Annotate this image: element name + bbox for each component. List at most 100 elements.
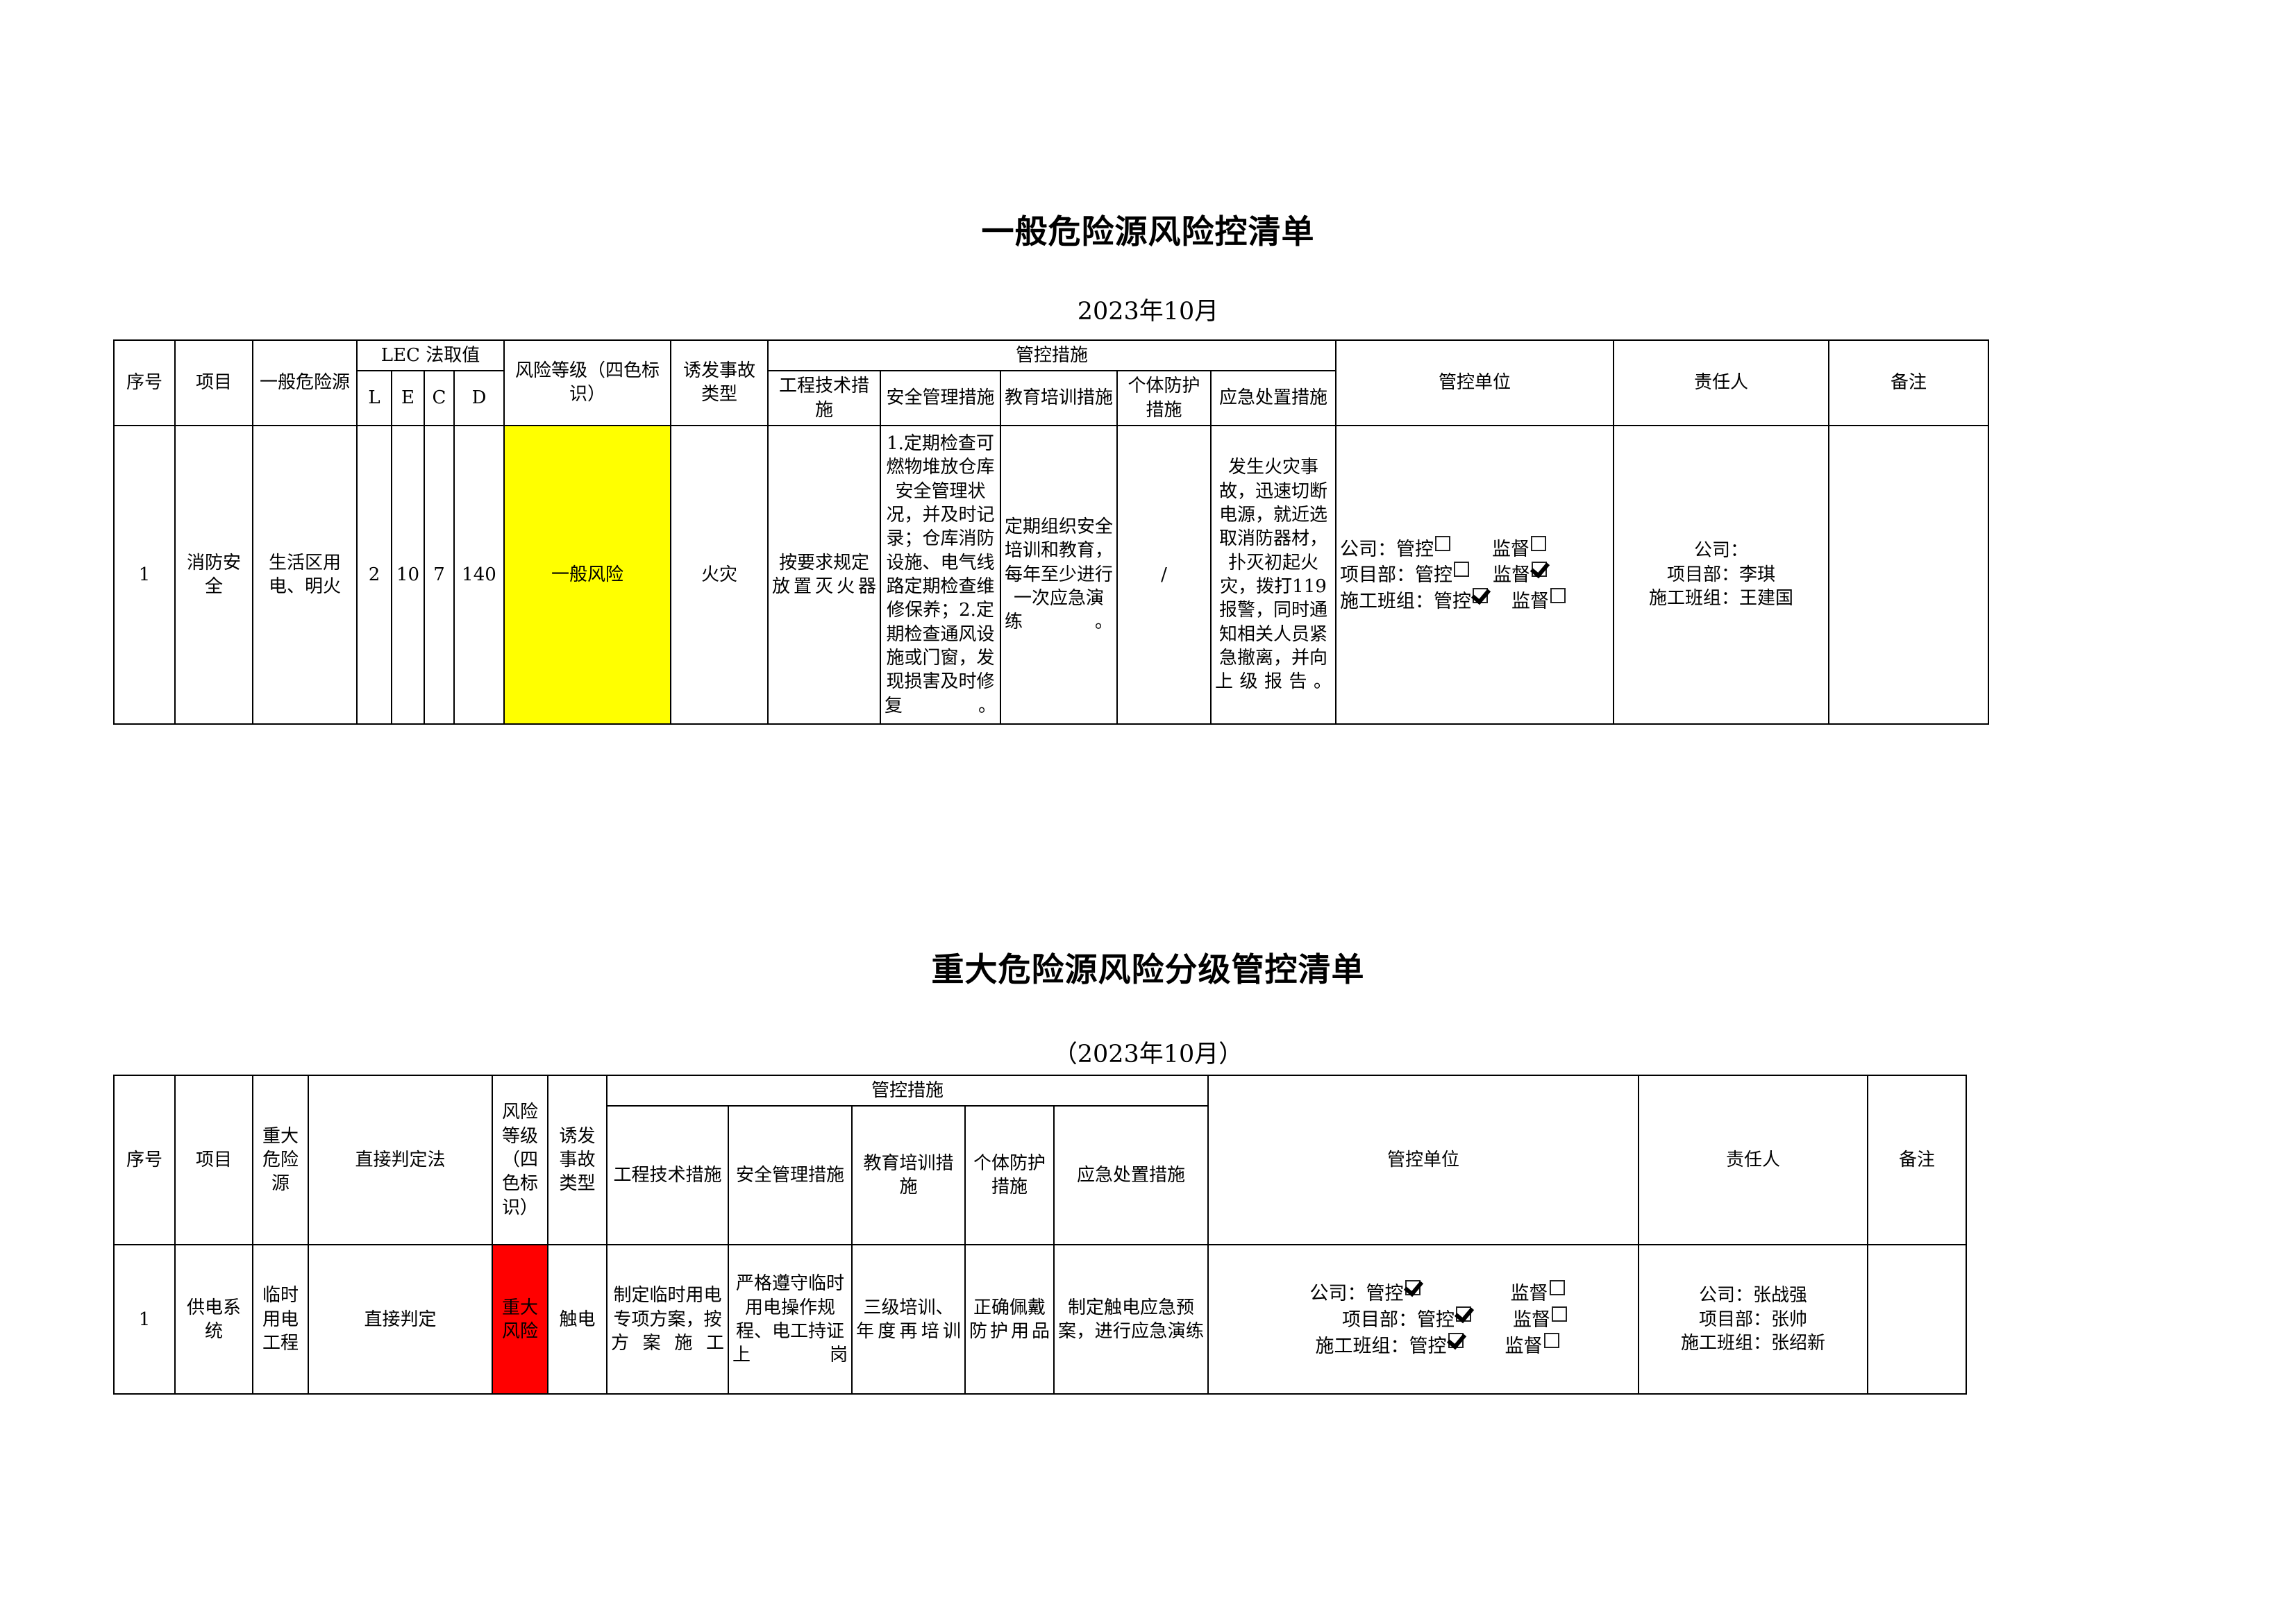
project-control-label: 管控 xyxy=(1415,564,1452,587)
table2-header-row-1: 序号 项目 重大危险源 直接判定法 风险等级（四色标识） 诱发事故类型 管控措施… xyxy=(113,1074,1967,1246)
status-badge-risk-level-major: 重大风险 xyxy=(492,1244,548,1395)
th-responsible-person: 责任人 xyxy=(1613,339,1829,426)
th-measure-education: 教育培训措施 xyxy=(1000,370,1118,426)
company2-supervise-label: 监督 xyxy=(1510,1283,1548,1305)
company2-control-checkbox[interactable] xyxy=(1405,1280,1421,1296)
cell-control-unit: 公司：管控 监督 项目部：管控 监督 施工班组：管控 监督 xyxy=(1335,424,1614,725)
table2-row: 1 供电系统 临时用电工程 直接判定 重大风险 触电 制定临时用电专项方案，按方… xyxy=(113,1244,1967,1395)
company2-supervise-checkbox[interactable] xyxy=(1549,1280,1565,1296)
th2-seq: 序号 xyxy=(113,1074,176,1246)
th2-control-measures: 管控措施 xyxy=(606,1074,1209,1107)
project-control-checkbox[interactable] xyxy=(1454,562,1469,578)
major-hazard-table-wrapper: 序号 项目 重大危险源 直接判定法 风险等级（四色标识） 诱发事故类型 管控措施… xyxy=(113,1074,1967,1395)
cell2-measure-ppe: 正确佩戴防护用品 xyxy=(964,1244,1055,1395)
company-label: 公司： xyxy=(1340,538,1396,560)
control-unit2-team-line: 施工班组：管控 监督 xyxy=(1212,1332,1634,1359)
cell2-remark xyxy=(1867,1244,1967,1395)
table-header-row-1: 序号 项目 一般危险源 LEC 法取值 风险等级（四色标识） 诱发事故类型 管控… xyxy=(113,339,1989,426)
team2-label: 施工班组： xyxy=(1315,1335,1409,1357)
cell-measure-ppe: / xyxy=(1116,424,1212,725)
person2-project: 项目部：张帅 xyxy=(1698,1309,1807,1330)
cell2-judgement-method: 直接判定 xyxy=(308,1244,493,1395)
page-title-major-hazard: 重大危险源风险分级管控清单 xyxy=(931,951,1365,989)
th2-project: 项目 xyxy=(174,1074,253,1246)
th-lec: LEC 法取值 xyxy=(356,339,505,372)
th2-remark: 备注 xyxy=(1867,1074,1967,1246)
project2-supervise-label: 监督 xyxy=(1513,1309,1550,1331)
project-supervise-checkbox[interactable] xyxy=(1532,562,1547,578)
company-supervise-checkbox[interactable] xyxy=(1531,535,1546,551)
th-measure-safety-mgmt: 安全管理措施 xyxy=(880,370,1001,426)
th2-control-unit: 管控单位 xyxy=(1207,1074,1639,1246)
th2-risk-level: 风险等级（四色标识） xyxy=(492,1074,548,1246)
th-measure-emergency: 应急处置措施 xyxy=(1210,370,1336,426)
person-company: 公司： xyxy=(1693,540,1748,562)
th2-hazard: 重大危险源 xyxy=(252,1074,309,1246)
project2-control-label: 管控 xyxy=(1417,1309,1455,1331)
company2-control-label: 管控 xyxy=(1366,1283,1404,1305)
th-measure-ppe: 个体防护措施 xyxy=(1116,370,1212,426)
page-subtitle-general-hazard: 2023年10月 xyxy=(1077,298,1219,326)
cell2-measure-emergency: 制定触电应急预案，进行应急演练 xyxy=(1053,1244,1209,1395)
person2-company: 公司：张战强 xyxy=(1698,1285,1807,1306)
th2-judgement-method: 直接判定法 xyxy=(308,1074,493,1246)
project-supervise-label: 监督 xyxy=(1493,564,1530,587)
th2-measure-engineering: 工程技术措施 xyxy=(606,1105,729,1246)
team2-control-label: 管控 xyxy=(1409,1335,1447,1357)
cell2-measure-safety-mgmt: 严格遵守临时用电操作规程、电工持证上岗 xyxy=(728,1244,853,1395)
company-control-checkbox[interactable] xyxy=(1435,535,1450,551)
cell-measure-education: 定期组织安全培训和教育，每年至少进行一次应急演练。 xyxy=(1000,424,1118,725)
person-project: 项目部：李琪 xyxy=(1666,564,1775,585)
project2-control-checkbox[interactable] xyxy=(1456,1306,1471,1322)
th-lec-c: C xyxy=(424,370,455,426)
cell2-project: 供电系统 xyxy=(174,1244,253,1395)
th-accident-type: 诱发事故类型 xyxy=(670,339,769,426)
th2-responsible-person: 责任人 xyxy=(1638,1074,1868,1246)
team2-control-checkbox[interactable] xyxy=(1448,1332,1464,1348)
team2-supervise-checkbox[interactable] xyxy=(1543,1332,1559,1348)
cell-lec-l: 2 xyxy=(356,424,392,725)
company-control-label: 管控 xyxy=(1396,538,1434,560)
person-team: 施工班组：王建国 xyxy=(1648,588,1793,609)
cell-accident-type: 火灾 xyxy=(670,424,769,725)
th-project: 项目 xyxy=(174,339,253,426)
page-subtitle-major-hazard: （2023年10月） xyxy=(1053,1041,1243,1068)
project2-supervise-checkbox[interactable] xyxy=(1552,1306,1567,1322)
cell2-hazard: 临时用电工程 xyxy=(252,1244,309,1395)
general-hazard-table: 序号 项目 一般危险源 LEC 法取值 风险等级（四色标识） 诱发事故类型 管控… xyxy=(113,339,1989,725)
page-title-general-hazard: 一般危险源风险控清单 xyxy=(981,213,1315,251)
company2-label: 公司： xyxy=(1309,1283,1366,1305)
cell-remark xyxy=(1828,424,1989,725)
person2-team: 施工班组：张绍新 xyxy=(1680,1332,1825,1354)
cell2-control-unit: 公司：管控 监督 项目部：管控 监督 施工班组：管控 监督 xyxy=(1207,1244,1639,1395)
control-unit2-project-line: 项目部：管控 监督 xyxy=(1212,1306,1634,1333)
th-risk-level: 风险等级（四色标识） xyxy=(503,339,671,426)
general-hazard-table-wrapper: 序号 项目 一般危险源 LEC 法取值 风险等级（四色标识） 诱发事故类型 管控… xyxy=(113,339,1989,725)
cell-responsible-person: 公司： 项目部：李琪 施工班组：王建国 xyxy=(1613,424,1829,725)
document-page: 一般危险源风险控清单 2023年10月 序号 项目 一般危险源 LEC 法取值 … xyxy=(0,0,2296,1623)
team-supervise-checkbox[interactable] xyxy=(1550,587,1566,603)
company-supervise-label: 监督 xyxy=(1492,538,1530,560)
cell-project: 消防安全 xyxy=(174,424,253,725)
th-seq: 序号 xyxy=(113,339,176,426)
table-row: 1 消防安全 生活区用电、明火 2 10 7 140 一般风险 火灾 按要求规定… xyxy=(113,424,1989,725)
cell-lec-e: 10 xyxy=(391,424,425,725)
cell-measure-emergency: 发生火灾事故，迅速切断电源，就近选取消防器材，扑灭初起火灾，拨打119报警，同时… xyxy=(1210,424,1336,725)
major-hazard-table: 序号 项目 重大危险源 直接判定法 风险等级（四色标识） 诱发事故类型 管控措施… xyxy=(113,1074,1967,1395)
cell2-measure-engineering: 制定临时用电专项方案，按方案施工 xyxy=(606,1244,729,1395)
team-control-checkbox[interactable] xyxy=(1473,587,1488,603)
team-supervise-label: 监督 xyxy=(1511,590,1549,612)
control-unit-team-line: 施工班组：管控 监督 xyxy=(1340,587,1609,614)
team-control-label: 管控 xyxy=(1434,590,1471,612)
cell2-accident-type: 触电 xyxy=(547,1244,607,1395)
th-lec-e: E xyxy=(391,370,425,426)
cell2-responsible-person: 公司：张战强 项目部：张帅 施工班组：张绍新 xyxy=(1638,1244,1868,1395)
project-label: 项目部： xyxy=(1340,564,1415,587)
cell-lec-c: 7 xyxy=(424,424,455,725)
control-unit2-company-line: 公司：管控 监督 xyxy=(1212,1280,1634,1306)
team2-supervise-label: 监督 xyxy=(1505,1335,1543,1357)
th-measure-engineering: 工程技术措施 xyxy=(767,370,881,426)
cell-seq: 1 xyxy=(113,424,176,725)
cell-measure-engineering: 按要求规定放置灭火器 xyxy=(767,424,881,725)
th-lec-l: L xyxy=(356,370,392,426)
